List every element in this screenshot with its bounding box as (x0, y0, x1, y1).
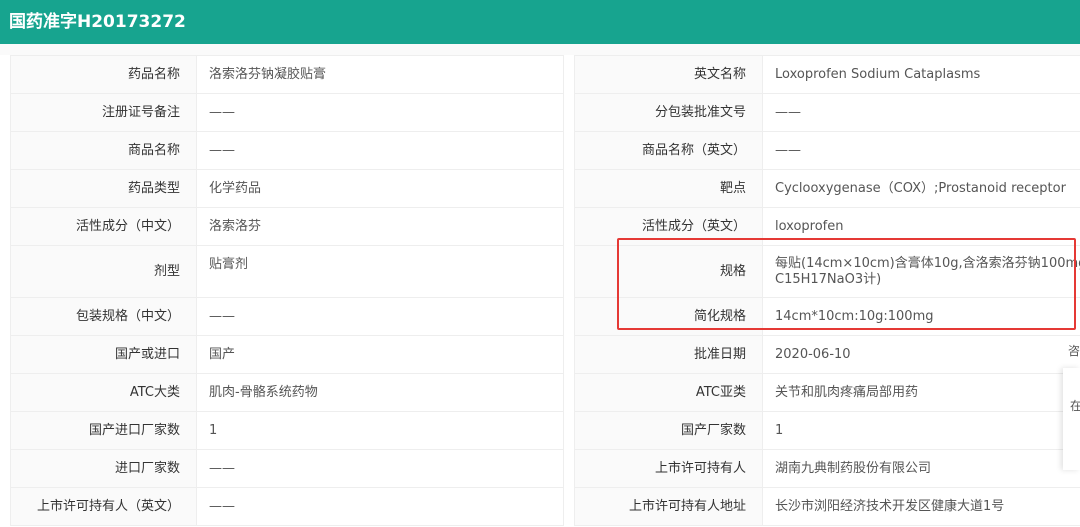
value-trade-name: —— (196, 131, 564, 170)
row-atc-class: ATC大类 肌肉-骨骼系统药物 (10, 373, 564, 412)
label-target: 靶点 (574, 169, 763, 208)
row-package-spec-cn: 包装规格（中文） —— (10, 297, 564, 336)
row-specification: 规格 每贴(14cm×10cm)含膏体10g,含洛索洛芬钠100mg(以 C15… (574, 245, 1080, 298)
consult-edge-text[interactable]: 咨 (1068, 342, 1080, 359)
label-atc-class: ATC大类 (10, 373, 197, 412)
value-dosage-form: 贴膏剂 (196, 245, 564, 298)
row-trade-name-en: 商品名称（英文） —— (574, 131, 1080, 170)
value-registration-note: —— (196, 93, 564, 132)
label-english-name: 英文名称 (574, 55, 763, 94)
label-domestic-manufacturer-count: 国产厂家数 (574, 411, 763, 450)
value-trade-name-en: —— (762, 131, 1080, 170)
spacer (0, 44, 1080, 55)
value-domestic-manufacturer-count: 1 (762, 411, 1080, 450)
label-registration-note: 注册证号备注 (10, 93, 197, 132)
floating-side-panel[interactable] (1063, 368, 1080, 470)
value-drug-name: 洛索洛芬钠凝胶贴膏 (196, 55, 564, 94)
label-package-spec-cn: 包装规格（中文） (10, 297, 197, 336)
label-trade-name-en: 商品名称（英文） (574, 131, 763, 170)
value-english-name: Loxoprofen Sodium Cataplasms (762, 55, 1080, 94)
row-manufacturer-count: 国产进口厂家数 1 (10, 411, 564, 450)
row-mah-en: 上市许可持有人（英文） —— (10, 487, 564, 526)
label-atc-subclass: ATC亚类 (574, 373, 763, 412)
label-simplified-spec: 简化规格 (574, 297, 763, 336)
value-active-ingredient-en: loxoprofen (762, 207, 1080, 246)
value-target: Cyclooxygenase（COX）;Prostanoid receptor (762, 169, 1080, 208)
row-english-name: 英文名称 Loxoprofen Sodium Cataplasms (574, 55, 1080, 94)
value-specification-line2: C15H17NaO3计) (775, 271, 882, 287)
label-active-ingredient-en: 活性成分（英文） (574, 207, 763, 246)
label-manufacturer-count: 国产进口厂家数 (10, 411, 197, 450)
row-dosage-form: 剂型 贴膏剂 (10, 245, 564, 298)
approval-number-title: 国药准字H20173272 (9, 12, 186, 32)
row-drug-name: 药品名称 洛索洛芬钠凝胶贴膏 (10, 55, 564, 94)
value-import-manufacturer-count: —— (196, 449, 564, 488)
label-active-ingredient-cn: 活性成分（中文） (10, 207, 197, 246)
label-mah-address: 上市许可持有人地址 (574, 487, 763, 526)
value-atc-subclass: 关节和肌肉疼痛局部用药 (762, 373, 1080, 412)
label-drug-type: 药品类型 (10, 169, 197, 208)
value-mah-address: 长沙市浏阳经济技术开发区健康大道1号 (762, 487, 1080, 526)
row-domestic-or-import: 国产或进口 国产 (10, 335, 564, 374)
row-mah-address: 上市许可持有人地址 长沙市浏阳经济技术开发区健康大道1号 (574, 487, 1080, 526)
row-active-ingredient-cn: 活性成分（中文） 洛索洛芬 (10, 207, 564, 246)
value-mah-en: —— (196, 487, 564, 526)
row-active-ingredient-en: 活性成分（英文） loxoprofen (574, 207, 1080, 246)
value-subpackage-approval: —— (762, 93, 1080, 132)
row-drug-type: 药品类型 化学药品 (10, 169, 564, 208)
label-subpackage-approval: 分包装批准文号 (574, 93, 763, 132)
right-info-table: 英文名称 Loxoprofen Sodium Cataplasms 分包装批准文… (574, 55, 1080, 526)
label-mah: 上市许可持有人 (574, 449, 763, 488)
row-mah: 上市许可持有人 湖南九典制药股份有限公司 (574, 449, 1080, 488)
label-approval-date: 批准日期 (574, 335, 763, 374)
label-mah-en: 上市许可持有人（英文） (10, 487, 197, 526)
value-manufacturer-count: 1 (196, 411, 564, 450)
row-subpackage-approval: 分包装批准文号 —— (574, 93, 1080, 132)
side-panel-edge-text[interactable]: 在 (1070, 397, 1080, 414)
value-package-spec-cn: —— (196, 297, 564, 336)
value-specification-line1: 每贴(14cm×10cm)含膏体10g,含洛索洛芬钠100mg(以 (775, 255, 1080, 271)
row-registration-note: 注册证号备注 —— (10, 93, 564, 132)
label-drug-name: 药品名称 (10, 55, 197, 94)
label-import-manufacturer-count: 进口厂家数 (10, 449, 197, 488)
value-mah: 湖南九典制药股份有限公司 (762, 449, 1080, 488)
value-specification: 每贴(14cm×10cm)含膏体10g,含洛索洛芬钠100mg(以 C15H17… (762, 245, 1080, 298)
row-atc-subclass: ATC亚类 关节和肌肉疼痛局部用药 (574, 373, 1080, 412)
row-trade-name: 商品名称 —— (10, 131, 564, 170)
row-import-manufacturer-count: 进口厂家数 —— (10, 449, 564, 488)
value-approval-date: 2020-06-10 (762, 335, 1080, 374)
value-drug-type: 化学药品 (196, 169, 564, 208)
row-simplified-spec: 简化规格 14cm*10cm:10g:100mg (574, 297, 1080, 336)
value-atc-class: 肌肉-骨骼系统药物 (196, 373, 564, 412)
label-domestic-or-import: 国产或进口 (10, 335, 197, 374)
label-trade-name: 商品名称 (10, 131, 197, 170)
row-approval-date: 批准日期 2020-06-10 (574, 335, 1080, 374)
value-active-ingredient-cn: 洛索洛芬 (196, 207, 564, 246)
row-domestic-manufacturer-count: 国产厂家数 1 (574, 411, 1080, 450)
header-bar: 国药准字H20173272 (0, 0, 1080, 44)
label-dosage-form: 剂型 (10, 245, 197, 298)
row-target: 靶点 Cyclooxygenase（COX）;Prostanoid recept… (574, 169, 1080, 208)
left-info-table: 药品名称 洛索洛芬钠凝胶贴膏 注册证号备注 —— 商品名称 —— 药品类型 化学… (10, 55, 564, 526)
value-domestic-or-import: 国产 (196, 335, 564, 374)
value-simplified-spec: 14cm*10cm:10g:100mg (762, 297, 1080, 336)
label-specification: 规格 (574, 245, 763, 298)
